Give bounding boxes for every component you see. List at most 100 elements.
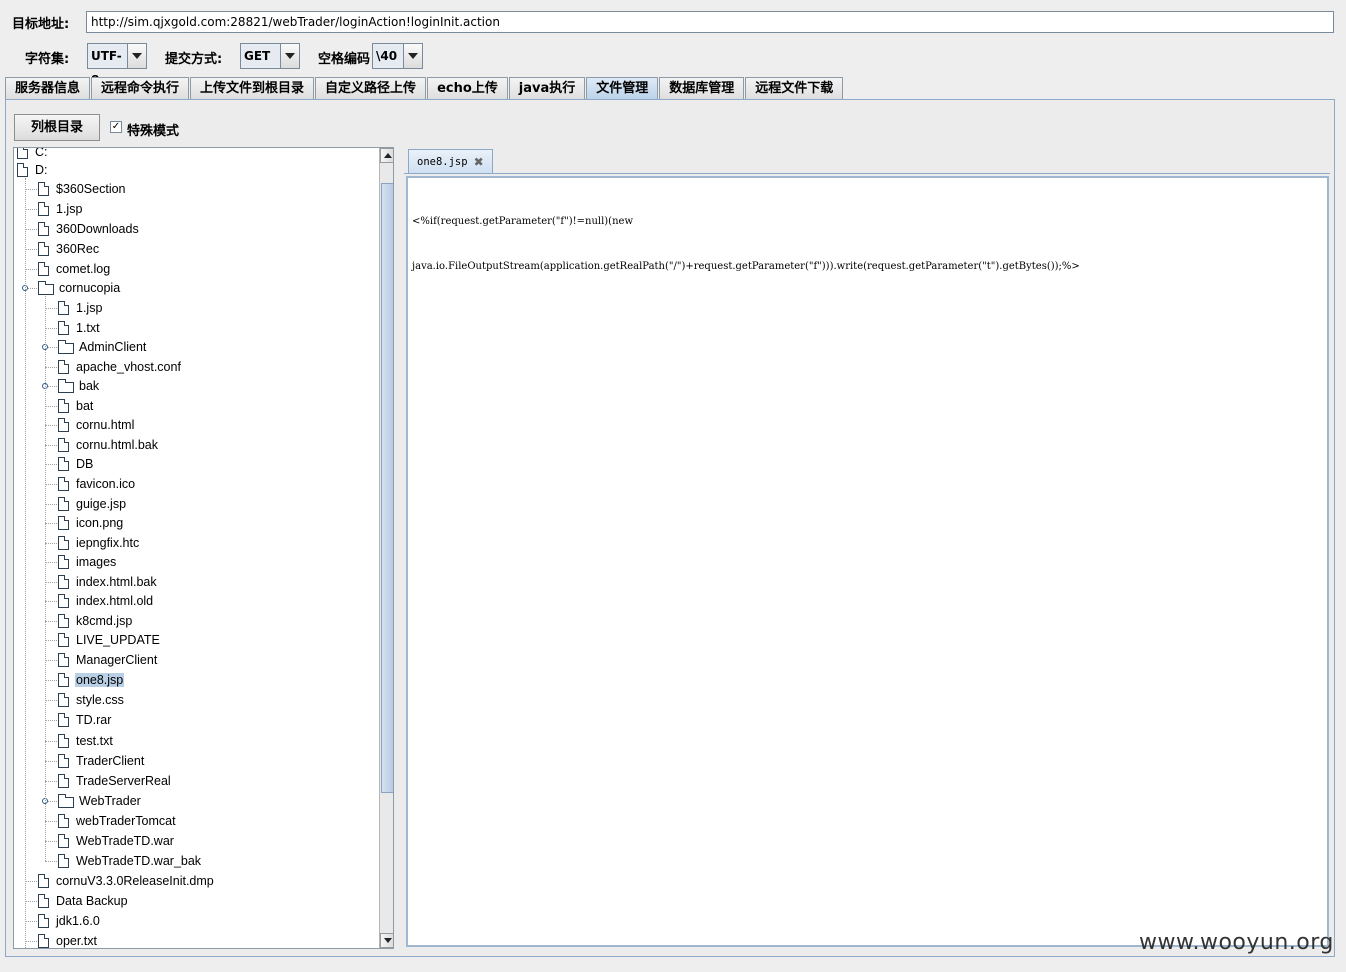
special-mode-checkbox[interactable]: ✓ — [110, 121, 122, 133]
tab-2[interactable]: 上传文件到根目录 — [190, 77, 315, 99]
tree-file[interactable]: TradeServerReal — [58, 771, 172, 791]
tree-file[interactable]: index.html.old — [58, 591, 154, 611]
file-icon — [38, 242, 49, 256]
tree-file[interactable]: 1.txt — [58, 318, 101, 338]
tab-1[interactable]: 远程命令执行 — [91, 77, 190, 99]
tree-folder[interactable]: bak — [58, 376, 100, 396]
tree-node-label: cornu.html.bak — [76, 438, 158, 452]
tree-file[interactable]: 360Downloads — [38, 219, 140, 239]
tree-file[interactable]: 1.jsp — [38, 199, 83, 219]
tree-file[interactable]: k8cmd.jsp — [58, 611, 133, 631]
file-icon — [58, 673, 69, 687]
tree-node-label: k8cmd.jsp — [76, 614, 133, 628]
file-icon — [58, 774, 69, 788]
tree-file[interactable]: one8.jsp — [58, 670, 125, 690]
tree-node-label: $360Section — [56, 182, 126, 196]
tree-node-label: 360Rec — [56, 242, 100, 256]
scroll-thumb[interactable] — [381, 183, 393, 793]
space-encoding-select[interactable]: \40 — [372, 43, 423, 69]
tree-connector — [45, 543, 57, 544]
file-tree[interactable]: C: D: $360Section 1.jsp 360Downloads 360Rec co… — [13, 147, 394, 949]
tree-folder[interactable]: AdminClient — [58, 337, 147, 357]
tree-file[interactable]: images — [58, 552, 117, 572]
tree-file[interactable]: apache_vhost.conf — [58, 357, 182, 377]
chevron-down-icon[interactable] — [127, 44, 146, 68]
target-url-input[interactable]: http://sim.qjxgold.com:28821/webTrader/l… — [86, 11, 1334, 33]
tree-file[interactable]: WebTradeTD.war — [58, 831, 175, 851]
file-icon — [38, 914, 49, 928]
file-icon — [38, 894, 49, 908]
tree-node-label: test.txt — [76, 734, 113, 748]
tree-connector — [45, 425, 57, 426]
tree-file[interactable]: icon.png — [58, 513, 124, 533]
tree-file[interactable]: style.css — [58, 690, 125, 710]
file-icon — [38, 202, 49, 216]
tree-file[interactable]: index.html.bak — [58, 572, 158, 592]
tree-file[interactable]: TD.rar — [58, 710, 112, 730]
tree-file[interactable]: 1.jsp — [58, 298, 103, 318]
tree-file[interactable]: guige.jsp — [58, 494, 127, 514]
tree-node-label: 1.txt — [76, 321, 100, 335]
tree-file[interactable]: 360Rec — [38, 239, 100, 259]
scroll-down-icon[interactable] — [380, 933, 393, 948]
tab-7[interactable]: 数据库管理 — [659, 77, 745, 99]
tree-node-label: cornu.html — [76, 418, 135, 432]
tree-file[interactable]: ManagerClient — [58, 650, 158, 670]
tree-file[interactable]: iepngfix.htc — [58, 533, 140, 553]
tab-5[interactable]: java执行 — [508, 77, 586, 99]
tab-4[interactable]: echo上传 — [427, 77, 508, 99]
tab-8[interactable]: 远程文件下载 — [745, 77, 844, 99]
tree-file[interactable]: DB — [58, 454, 94, 474]
tree-file[interactable]: Data Backup — [38, 891, 129, 911]
tree-file[interactable]: cornu.html.bak — [58, 435, 159, 455]
method-value: GET — [241, 44, 280, 68]
editor-tab[interactable]: one8.jsp ✖ — [408, 149, 493, 174]
method-select[interactable]: GET — [240, 43, 300, 69]
file-icon — [58, 418, 69, 432]
chevron-down-icon[interactable] — [403, 44, 422, 68]
tree-file[interactable]: jdk1.6.0 — [38, 911, 101, 931]
tree-file[interactable]: cornu.html — [58, 415, 135, 435]
tree-file[interactable]: oper.txt — [38, 931, 98, 948]
tree-file[interactable]: favicon.ico — [58, 474, 136, 494]
tab-3[interactable]: 自定义路径上传 — [315, 77, 427, 99]
charset-label: 字符集: — [25, 52, 70, 67]
tree-folder[interactable]: cornucopia — [38, 278, 121, 298]
tree-node-label: TD.rar — [76, 713, 112, 727]
tree-node-label: webTraderTomcat — [76, 814, 176, 828]
tree-folder[interactable]: WebTrader — [58, 791, 142, 811]
list-root-button[interactable]: 列根目录 — [14, 114, 100, 141]
tree-scrollbar[interactable] — [379, 148, 393, 948]
tree-node-label: comet.log — [56, 262, 111, 276]
file-content-editor[interactable]: <%if(request.getParameter("f")!=null)(ne… — [406, 176, 1329, 947]
tree-node-label: DB — [76, 457, 94, 471]
watermark: www.wooyun.org — [1139, 930, 1334, 955]
tree-file[interactable]: $360Section — [38, 179, 127, 199]
tree-file[interactable]: cornuV3.3.0ReleaseInit.dmp — [38, 871, 215, 891]
space-encoding-label: 空格编码 — [318, 52, 371, 67]
tree-file[interactable]: webTraderTomcat — [58, 811, 177, 831]
tree-file[interactable]: test.txt — [58, 731, 114, 751]
chevron-down-icon[interactable] — [280, 44, 299, 68]
tree-connector — [25, 209, 37, 210]
tree-file[interactable]: WebTradeTD.war_bak — [58, 851, 202, 871]
tree-connector — [25, 189, 37, 190]
folder-icon — [58, 378, 74, 393]
tree-file[interactable]: bat — [58, 396, 94, 416]
tree-connector — [45, 367, 57, 368]
tab-0[interactable]: 服务器信息 — [5, 77, 91, 99]
tree-file[interactable]: LIVE_UPDATE — [58, 630, 161, 650]
tree-drive[interactable]: D: — [17, 160, 49, 180]
tree-node-label: Data Backup — [56, 894, 128, 908]
split-divider[interactable] — [398, 147, 404, 949]
tree-node-label: WebTradeTD.war_bak — [76, 854, 202, 868]
scroll-up-icon[interactable] — [380, 148, 393, 163]
file-icon — [38, 934, 49, 948]
close-icon[interactable]: ✖ — [474, 151, 484, 173]
tree-file[interactable]: TraderClient — [58, 751, 145, 771]
tree-node-label: apache_vhost.conf — [76, 360, 181, 374]
tree-node-label: 1.jsp — [56, 202, 83, 216]
tree-file[interactable]: comet.log — [38, 259, 111, 279]
tab-6[interactable]: 文件管理 — [586, 77, 659, 99]
charset-select[interactable]: UTF-8 — [87, 43, 147, 87]
